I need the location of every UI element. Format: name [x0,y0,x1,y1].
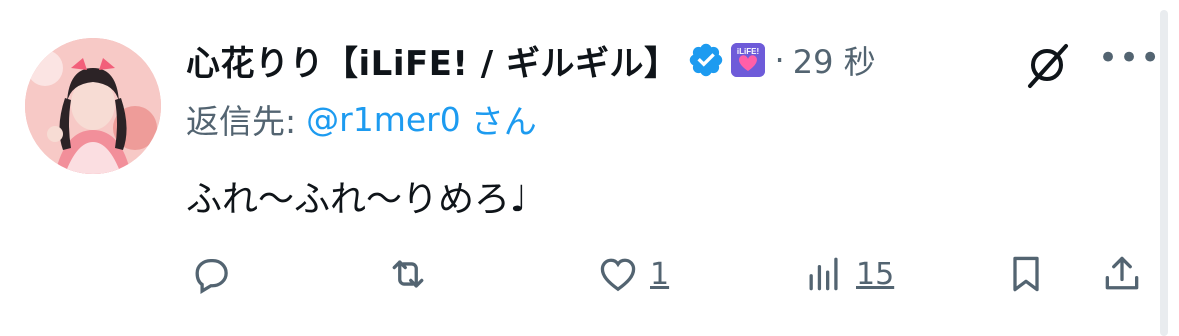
grok-icon[interactable] [1020,38,1074,92]
affiliation-badge-icon[interactable]: iLiFE! [730,43,765,77]
more-icon[interactable]: ••• [1098,38,1160,78]
reply-button[interactable] [188,246,242,302]
tweet-text: ふれ〜ふれ〜りめろ♩ [186,179,527,220]
reply-user-link[interactable]: @r1mer0 [306,100,461,139]
views-icon [809,257,838,291]
heart-icon [600,258,636,292]
share-button[interactable] [1100,246,1144,302]
like-button[interactable]: 1 [596,246,669,302]
retweet-button[interactable] [386,246,440,302]
reply-suffix[interactable]: さん [471,95,537,143]
views-button[interactable]: 15 [802,246,894,302]
avatar[interactable] [25,38,161,174]
timestamp[interactable]: 29 秒 [793,37,876,83]
header-separator: · [774,41,785,79]
bookmark-icon [1013,256,1039,292]
bookmark-button[interactable] [1004,246,1048,302]
views-count: 15 [856,256,895,292]
svg-text:iLiFE!: iLiFE! [736,47,758,56]
author-name[interactable]: 心花りり【iLiFE! / ギルギル】 [186,36,679,85]
scrollbar[interactable] [1160,10,1168,336]
reply-icon [195,258,228,294]
reply-context: 返信先: @r1mer0 さん [186,95,537,143]
like-count: 1 [650,256,670,292]
reply-label: 返信先: [186,102,297,141]
verified-badge-icon [687,41,725,79]
action-bar: 1 15 [186,246,1156,302]
tweet-header: 心花りり【iLiFE! / ギルギル】 iLiFE! · 29 秒 [186,30,876,90]
retweet-icon [392,260,424,288]
share-icon [1105,256,1139,290]
